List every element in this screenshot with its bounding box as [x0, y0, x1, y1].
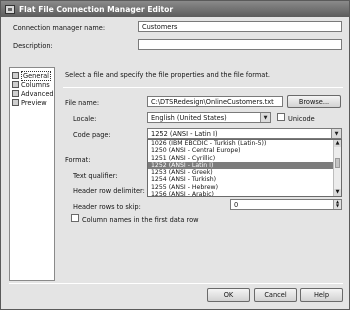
nav-item-advanced[interactable]: Advanced — [12, 89, 54, 98]
cancel-button[interactable]: Cancel — [254, 288, 297, 302]
code-page-option[interactable]: 1254 (ANSI - Turkish) — [148, 176, 334, 183]
code-page-option[interactable]: 1255 (ANSI - Hebrew) — [148, 184, 334, 191]
ok-button[interactable]: OK — [207, 288, 250, 302]
columns-icon — [12, 81, 19, 88]
divider — [63, 87, 343, 88]
code-page-select[interactable]: 1252 (ANSI - Latin I) ▼ — [147, 128, 342, 139]
nav-item-label: Preview — [21, 98, 47, 107]
conn-name-input[interactable]: Customers — [138, 21, 342, 32]
preview-icon — [12, 99, 19, 106]
column-names-checkbox[interactable] — [71, 214, 79, 222]
scroll-thumb[interactable] — [335, 158, 340, 168]
file-name-label: File name: — [65, 99, 100, 107]
chevron-down-icon[interactable]: ▼ — [260, 113, 270, 122]
browse-button[interactable]: Browse... — [287, 95, 341, 108]
description-input[interactable] — [138, 39, 342, 50]
code-page-value: 1252 (ANSI - Latin I) — [151, 130, 218, 138]
scroll-down-icon[interactable]: ▼ — [334, 189, 341, 196]
header-rows-skip-value: 0 — [234, 201, 239, 209]
nav-panel: General Columns Advanced Preview — [9, 67, 55, 281]
locale-label: Locale: — [73, 115, 97, 123]
locale-select[interactable]: English (United States) ▼ — [147, 112, 271, 123]
code-page-option[interactable]: 1253 (ANSI - Greek) — [148, 169, 334, 176]
code-page-option[interactable]: 1251 (ANSI - Cyrillic) — [148, 155, 334, 162]
nav-item-label: Advanced — [21, 89, 54, 98]
code-page-label: Code page: — [73, 131, 111, 139]
chevron-down-icon[interactable]: ▼ — [331, 129, 341, 138]
format-label: Format: — [65, 156, 91, 164]
nav-item-general[interactable]: General — [12, 70, 51, 81]
nav-item-columns[interactable]: Columns — [12, 80, 50, 89]
bottom-divider — [9, 283, 343, 284]
connection-manager-dialog: Flat File Connection Manager Editor Conn… — [0, 0, 350, 310]
header-row-delim-label: Header row delimiter: — [73, 187, 145, 195]
nav-item-preview[interactable]: Preview — [12, 98, 47, 107]
code-page-option[interactable]: 1256 (ANSI - Arabic) — [148, 191, 334, 196]
conn-name-label: Connection manager name: — [13, 24, 106, 32]
nav-item-label: Columns — [21, 80, 50, 89]
code-page-option[interactable]: 1026 (IBM EBCDIC - Turkish (Latin-5)) — [148, 140, 334, 147]
header-rows-skip-label: Header rows to skip: — [73, 203, 141, 211]
nav-item-label: General — [21, 70, 51, 81]
general-icon — [12, 72, 19, 79]
code-page-dropdown[interactable]: 1026 (IBM EBCDIC - Turkish (Latin-5)) 125… — [147, 139, 342, 197]
unicode-label: Unicode — [288, 115, 315, 123]
column-names-label: Column names in the first data row — [82, 216, 199, 224]
file-name-input[interactable]: C:\DTSRedesign\OnlineCustomers.txt — [147, 96, 283, 107]
scroll-up-icon[interactable]: ▲ — [334, 140, 341, 147]
text-qualifier-label: Text qualifier: — [73, 172, 118, 180]
spin-control[interactable]: ▲ ▼ — [333, 200, 341, 209]
app-icon — [5, 4, 15, 14]
spin-down-icon[interactable]: ▼ — [334, 204, 341, 208]
code-page-options: 1026 (IBM EBCDIC - Turkish (Latin-5)) 125… — [148, 140, 341, 196]
code-page-option[interactable]: 1250 (ANSI - Central Europe) — [148, 147, 334, 154]
header-rows-skip-input[interactable]: 0 ▲ ▼ — [230, 199, 342, 210]
description-label: Description: — [13, 42, 53, 50]
unicode-checkbox[interactable] — [277, 113, 285, 121]
title-bar: Flat File Connection Manager Editor — [1, 1, 349, 17]
dropdown-scrollbar[interactable]: ▲ ▼ — [333, 140, 341, 196]
advanced-icon — [12, 90, 19, 97]
instruction-text: Select a file and specify the file prope… — [65, 71, 271, 79]
window-title: Flat File Connection Manager Editor — [19, 4, 174, 14]
help-button[interactable]: Help — [300, 288, 343, 302]
locale-value: English (United States) — [151, 114, 227, 122]
code-page-option[interactable]: 1252 (ANSI - Latin I) — [148, 161, 334, 170]
